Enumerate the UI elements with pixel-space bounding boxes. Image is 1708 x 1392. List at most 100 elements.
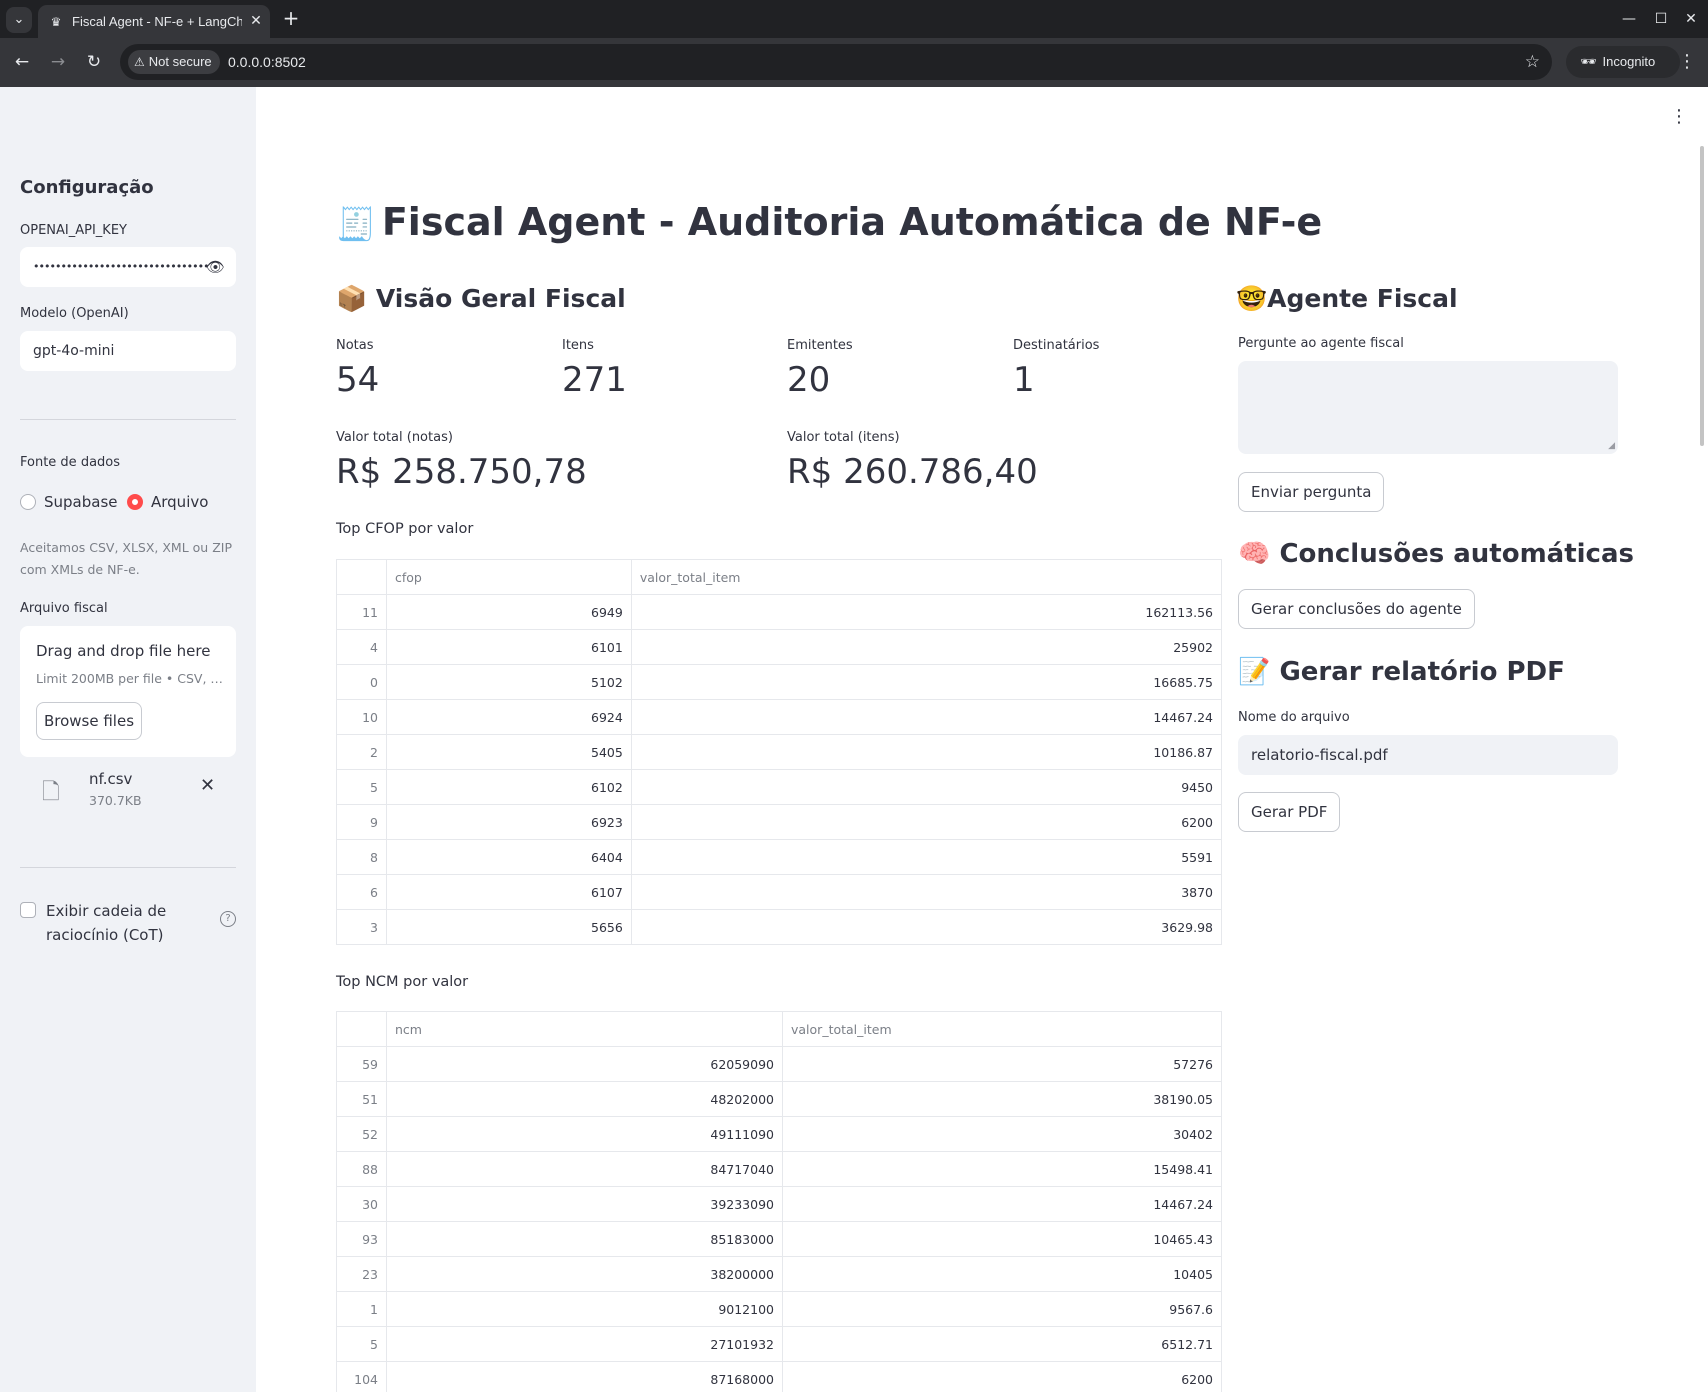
table-row[interactable]: 3 5656 3629.98 (336, 909, 1223, 945)
address-bar[interactable]: ⚠ Not secure 0.0.0.0:8502 ☆ (120, 44, 1552, 80)
row-index[interactable]: 93 (336, 1221, 387, 1257)
model-input[interactable]: gpt-4o-mini (20, 331, 236, 371)
table-row[interactable]: 51 48202000 38190.05 (336, 1081, 1222, 1117)
cell-key[interactable]: 6102 (386, 769, 632, 805)
cell-key[interactable]: 6101 (386, 629, 632, 665)
back-arrow-icon[interactable]: ← (10, 50, 34, 74)
table-row[interactable]: 93 85183000 10465.43 (336, 1221, 1222, 1257)
cell-key[interactable]: 5102 (386, 664, 632, 700)
column-header[interactable]: ncm (386, 1011, 783, 1047)
cell-value[interactable]: 10405 (782, 1256, 1222, 1292)
row-index[interactable]: 8 (336, 839, 387, 875)
row-index[interactable]: 51 (336, 1081, 387, 1117)
cell-value[interactable]: 25902 (630, 629, 1223, 665)
table-row[interactable]: 5 27101932 6512.71 (336, 1326, 1222, 1362)
cot-checkbox[interactable] (20, 902, 36, 918)
row-index[interactable]: 52 (336, 1116, 387, 1152)
bookmark-star-icon[interactable]: ☆ (1525, 52, 1540, 72)
cell-key[interactable]: 6923 (386, 804, 632, 840)
cell-key[interactable]: 84717040 (386, 1151, 783, 1187)
row-index[interactable]: 5 (336, 1326, 387, 1362)
remove-file-icon[interactable]: ✕ (200, 775, 215, 796)
send-question-button[interactable]: Enviar pergunta (1238, 472, 1385, 512)
cell-value[interactable]: 3870 (630, 874, 1223, 910)
cell-key[interactable]: 39233090 (386, 1186, 783, 1222)
table-row[interactable]: 2 5405 10186.87 (336, 734, 1223, 770)
column-header[interactable]: valor_total_item (782, 1011, 1222, 1047)
window-close-icon[interactable]: ✕ (1680, 8, 1702, 30)
row-index[interactable]: 4 (336, 629, 387, 665)
cell-value[interactable]: 6200 (782, 1361, 1222, 1392)
row-index[interactable]: 3 (336, 909, 387, 945)
row-index[interactable]: 10 (336, 699, 387, 735)
cell-value[interactable]: 6512.71 (782, 1326, 1222, 1362)
cell-value[interactable]: 38190.05 (782, 1081, 1222, 1117)
row-index[interactable]: 5 (336, 769, 387, 805)
cell-key[interactable]: 85183000 (386, 1221, 783, 1257)
cell-key[interactable]: 6949 (386, 594, 632, 630)
cell-value[interactable]: 15498.41 (782, 1151, 1222, 1187)
cell-key[interactable]: 87168000 (386, 1361, 783, 1392)
column-header[interactable]: cfop (386, 559, 632, 595)
incognito-badge[interactable]: 🕶 Incognito (1566, 46, 1680, 78)
browser-menu-icon[interactable]: ⋮ (1678, 50, 1696, 74)
cell-key[interactable]: 6107 (386, 874, 632, 910)
radio-arquivo[interactable]: Arquivo (127, 491, 208, 513)
cell-key[interactable]: 62059090 (386, 1046, 783, 1082)
scrollbar[interactable] (1700, 146, 1704, 446)
cell-key[interactable]: 49111090 (386, 1116, 783, 1152)
row-index[interactable]: 11 (336, 594, 387, 630)
table-row[interactable]: 11 6949 162113.56 (336, 594, 1223, 630)
cell-value[interactable]: 162113.56 (630, 594, 1223, 630)
table-row[interactable]: 104 87168000 6200 (336, 1361, 1222, 1392)
cell-value[interactable]: 9450 (630, 769, 1223, 805)
row-index[interactable]: 2 (336, 734, 387, 770)
table-row[interactable]: 52 49111090 30402 (336, 1116, 1222, 1152)
table-row[interactable]: 10 6924 14467.24 (336, 699, 1223, 735)
row-index[interactable]: 1 (336, 1291, 387, 1327)
reload-icon[interactable]: ↻ (82, 50, 106, 74)
resize-grip-icon[interactable]: ◢ (1608, 441, 1615, 451)
app-menu-icon[interactable]: ⋮ (1670, 106, 1688, 127)
cell-value[interactable]: 57276 (782, 1046, 1222, 1082)
maximize-icon[interactable]: ☐ (1650, 8, 1672, 30)
row-index[interactable]: 59 (336, 1046, 387, 1082)
cell-value[interactable]: 14467.24 (630, 699, 1223, 735)
row-index[interactable]: 23 (336, 1256, 387, 1292)
row-index[interactable]: 30 (336, 1186, 387, 1222)
ncm-table[interactable]: ncm valor_total_item 59 62059090 57276 51 48… (336, 1011, 1222, 1392)
cell-value[interactable]: 30402 (782, 1116, 1222, 1152)
security-chip[interactable]: ⚠ Not secure (128, 50, 220, 74)
cell-value[interactable]: 9567.6 (782, 1291, 1222, 1327)
eye-icon[interactable]: 👁 (206, 247, 225, 287)
generate-pdf-button[interactable]: Gerar PDF (1238, 792, 1341, 832)
table-row[interactable]: 8 6404 5591 (336, 839, 1223, 875)
table-row[interactable]: 59 62059090 57276 (336, 1046, 1222, 1082)
cell-key[interactable]: 5656 (386, 909, 632, 945)
table-row[interactable]: 5 6102 9450 (336, 769, 1223, 805)
table-row[interactable]: 4 6101 25902 (336, 629, 1223, 665)
cell-key[interactable]: 5405 (386, 734, 632, 770)
cell-value[interactable]: 16685.75 (630, 664, 1223, 700)
cell-key[interactable]: 6924 (386, 699, 632, 735)
cell-key[interactable]: 6404 (386, 839, 632, 875)
radio-supabase[interactable]: Supabase (20, 491, 118, 513)
row-index[interactable]: 104 (336, 1361, 387, 1392)
table-row[interactable]: 88 84717040 15498.41 (336, 1151, 1222, 1187)
cell-key[interactable]: 9012100 (386, 1291, 783, 1327)
row-index[interactable]: 6 (336, 874, 387, 910)
minimize-icon[interactable]: — (1618, 8, 1640, 30)
api-key-input[interactable]: •••••••••••••••••••••••••••••••• 👁 (20, 247, 236, 287)
tab-close-icon[interactable]: ✕ (248, 13, 264, 29)
cell-value[interactable]: 10465.43 (782, 1221, 1222, 1257)
cell-key[interactable]: 38200000 (386, 1256, 783, 1292)
cell-value[interactable]: 10186.87 (630, 734, 1223, 770)
question-textarea[interactable]: ◢ (1238, 361, 1618, 454)
url-text[interactable]: 0.0.0.0:8502 (228, 53, 306, 71)
cell-value[interactable]: 6200 (630, 804, 1223, 840)
column-header[interactable]: valor_total_item (630, 559, 1223, 595)
new-tab-plus-icon[interactable]: + (280, 8, 302, 30)
cell-value[interactable]: 3629.98 (630, 909, 1223, 945)
browse-files-button[interactable]: Browse files (36, 702, 142, 740)
row-index[interactable]: 9 (336, 804, 387, 840)
